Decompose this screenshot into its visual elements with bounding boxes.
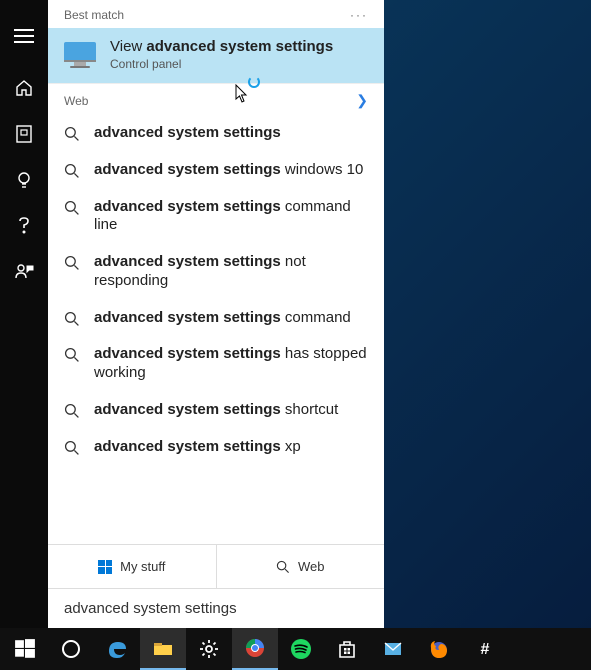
scope-tabs: My stuff Web bbox=[48, 544, 384, 588]
web-result-text: advanced system settings command bbox=[94, 309, 351, 328]
web-result[interactable]: advanced system settings has stopped wor… bbox=[48, 336, 384, 392]
cortana-search-panel: Best match ··· View advanced system sett… bbox=[48, 0, 384, 628]
best-match-header: Best match ··· bbox=[48, 0, 384, 28]
monitor-icon bbox=[64, 42, 96, 68]
tab-web[interactable]: Web bbox=[216, 545, 385, 588]
taskbar-settings[interactable] bbox=[186, 628, 232, 670]
web-label: Web bbox=[64, 94, 88, 108]
taskbar: # bbox=[0, 628, 591, 670]
tab-web-label: Web bbox=[298, 559, 325, 574]
taskbar-start[interactable] bbox=[2, 628, 48, 670]
svg-text:#: # bbox=[481, 641, 490, 658]
more-icon[interactable]: ··· bbox=[350, 8, 368, 22]
help-icon[interactable] bbox=[0, 204, 48, 248]
busy-indicator-icon bbox=[248, 76, 260, 88]
web-result-list: advanced system settings advanced system … bbox=[48, 115, 384, 544]
web-result-text: advanced system settings has stopped wor… bbox=[94, 345, 368, 383]
search-input[interactable]: advanced system settings bbox=[48, 588, 384, 628]
web-result-text: advanced system settings not responding bbox=[94, 253, 368, 291]
taskbar-chrome[interactable] bbox=[232, 628, 278, 670]
search-icon bbox=[64, 347, 80, 363]
web-result-text: advanced system settings xp bbox=[94, 438, 301, 457]
notebook-icon[interactable] bbox=[0, 112, 48, 156]
search-icon bbox=[64, 440, 80, 456]
feedback-icon[interactable] bbox=[0, 250, 48, 294]
taskbar-firefox[interactable] bbox=[416, 628, 462, 670]
taskbar-cortana[interactable] bbox=[48, 628, 94, 670]
search-icon bbox=[64, 403, 80, 419]
search-icon bbox=[64, 255, 80, 271]
web-result[interactable]: advanced system settings windows 10 bbox=[48, 152, 384, 189]
taskbar-edge[interactable] bbox=[94, 628, 140, 670]
search-icon bbox=[64, 163, 80, 179]
tab-my-stuff[interactable]: My stuff bbox=[48, 545, 216, 588]
search-icon bbox=[276, 560, 290, 574]
web-result-text: advanced system settings windows 10 bbox=[94, 161, 363, 180]
web-result-text: advanced system settings shortcut bbox=[94, 401, 338, 420]
web-result[interactable]: advanced system settings command line bbox=[48, 189, 384, 245]
web-result[interactable]: advanced system settings shortcut bbox=[48, 392, 384, 429]
search-icon bbox=[64, 200, 80, 216]
search-icon bbox=[64, 311, 80, 327]
bulb-icon[interactable] bbox=[0, 158, 48, 202]
taskbar-store[interactable] bbox=[324, 628, 370, 670]
web-result-text: advanced system settings bbox=[94, 124, 281, 143]
best-match-result[interactable]: View advanced system settings Control pa… bbox=[48, 28, 384, 83]
cortana-sidebar bbox=[0, 0, 48, 628]
chevron-right-icon: ❯ bbox=[356, 92, 368, 109]
search-icon bbox=[64, 126, 80, 142]
best-match-label: Best match bbox=[64, 8, 124, 22]
taskbar-explorer[interactable] bbox=[140, 628, 186, 670]
web-result[interactable]: advanced system settings xp bbox=[48, 429, 384, 466]
home-icon[interactable] bbox=[0, 66, 48, 110]
hamburger-icon[interactable] bbox=[0, 14, 48, 58]
best-match-subtitle: Control panel bbox=[110, 57, 333, 71]
windows-logo-icon bbox=[98, 560, 112, 574]
taskbar-slack[interactable]: # bbox=[462, 628, 508, 670]
best-match-title: View advanced system settings bbox=[110, 38, 333, 55]
web-result[interactable]: advanced system settings not responding bbox=[48, 244, 384, 300]
web-result[interactable]: advanced system settings command bbox=[48, 300, 384, 337]
taskbar-mail[interactable] bbox=[370, 628, 416, 670]
tab-my-stuff-label: My stuff bbox=[120, 559, 165, 574]
mouse-cursor-icon bbox=[235, 84, 249, 104]
web-header[interactable]: Web ❯ bbox=[48, 83, 384, 115]
web-result-text: advanced system settings command line bbox=[94, 198, 368, 236]
web-result[interactable]: advanced system settings bbox=[48, 115, 384, 152]
search-query-text: advanced system settings bbox=[64, 600, 237, 617]
taskbar-spotify[interactable] bbox=[278, 628, 324, 670]
